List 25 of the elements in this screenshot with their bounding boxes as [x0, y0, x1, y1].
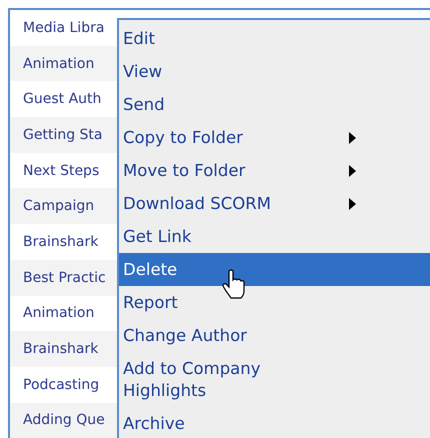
list-item[interactable]: Campaign [23, 198, 94, 214]
list-item[interactable]: Podcasting [23, 376, 100, 393]
menu-item[interactable]: Download SCORM [119, 187, 430, 220]
menu-item[interactable]: Send [119, 88, 430, 121]
menu-item[interactable]: Change Author [119, 319, 430, 352]
menu-item[interactable]: View [119, 55, 430, 88]
menu-item[interactable]: Move to Folder [119, 154, 430, 187]
menu-item[interactable]: Get Link [119, 220, 430, 253]
list-item[interactable]: Animation [23, 56, 94, 72]
list-item[interactable]: Brainshark [23, 341, 98, 358]
menu-item[interactable]: Delete [119, 253, 430, 286]
list-item[interactable]: Brainshark [23, 234, 98, 250]
hand-cursor-icon [222, 269, 246, 299]
menu-item[interactable]: Copy to Folder [119, 121, 430, 154]
list-item[interactable]: Guest Auth [23, 91, 102, 108]
list-item[interactable]: Adding Que [23, 412, 105, 428]
menu-item[interactable]: Add to Company Highlights [119, 352, 430, 407]
menu-item[interactable]: Archive [119, 407, 430, 438]
list-item[interactable]: Best Practic [23, 270, 106, 286]
menu-item[interactable]: Edit [119, 22, 430, 55]
list-item[interactable]: Next Steps [23, 162, 100, 179]
list-item[interactable]: Media Libra [23, 20, 104, 36]
list-item[interactable]: Getting Sta [23, 126, 102, 143]
list-item[interactable]: Animation [23, 305, 94, 322]
menu-item[interactable]: Report [119, 286, 430, 319]
